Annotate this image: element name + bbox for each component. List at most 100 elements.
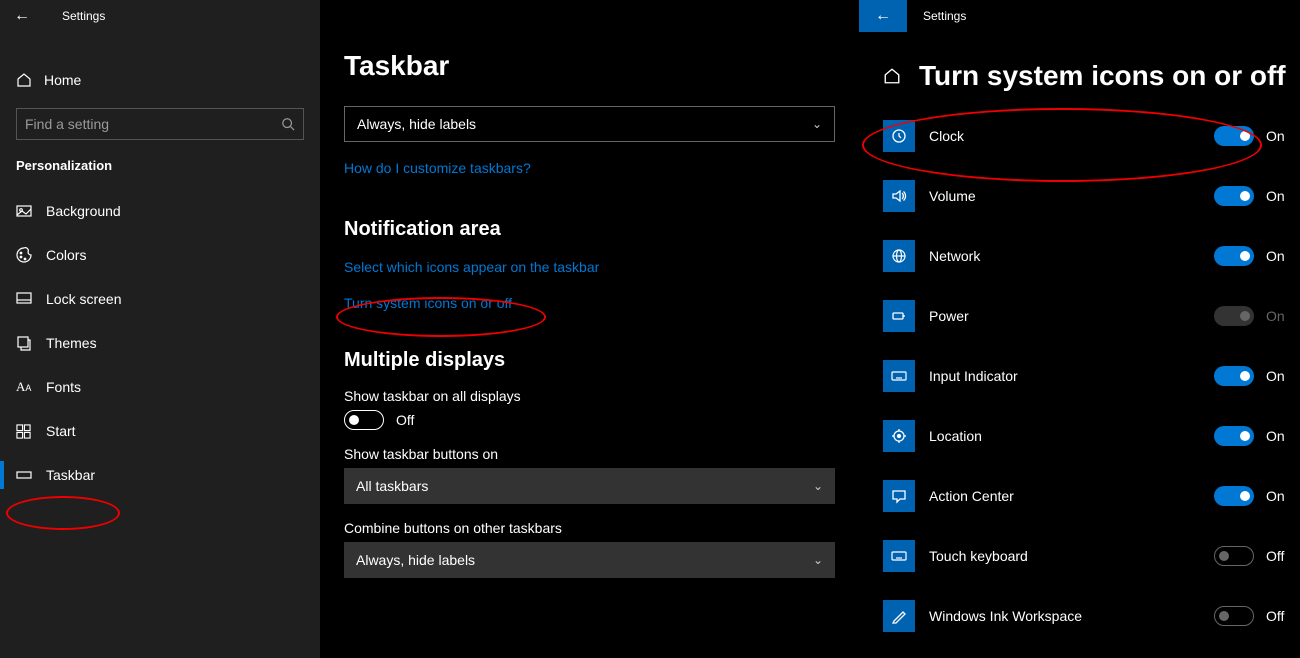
system-icon-row: Touch keyboard Off	[859, 526, 1300, 586]
titlebar-right: ← Settings	[859, 0, 1300, 32]
system-icon-label: Input Indicator	[929, 368, 1214, 384]
toggle-switch[interactable]	[1214, 126, 1254, 146]
sidebar-item-label: Fonts	[46, 379, 81, 395]
image-icon	[16, 203, 46, 219]
toggle-state: Off	[396, 412, 414, 428]
toggle-state: Off	[1266, 608, 1300, 624]
system-icon	[883, 600, 915, 632]
system-icon	[883, 420, 915, 452]
system-icon	[883, 300, 915, 332]
sidebar-item-background[interactable]: Background	[0, 189, 320, 233]
page-title: Taskbar	[320, 0, 859, 100]
chevron-down-icon: ⌄	[813, 553, 823, 567]
lock-screen-icon	[16, 291, 46, 307]
system-icon-row: Power On	[859, 286, 1300, 346]
search-icon	[281, 117, 295, 131]
search-placeholder: Find a setting	[25, 116, 109, 132]
toggle-state: On	[1266, 248, 1300, 264]
nav-home-label: Home	[44, 72, 81, 88]
sidebar-item-label: Colors	[46, 247, 86, 263]
toggle-switch[interactable]	[1214, 546, 1254, 566]
sidebar-item-taskbar[interactable]: Taskbar	[0, 453, 320, 497]
system-icon-row: Location On	[859, 406, 1300, 466]
dropdown-value: Always, hide labels	[357, 116, 476, 132]
sidebar-item-lock-screen[interactable]: Lock screen	[0, 277, 320, 321]
toggle-state: On	[1266, 368, 1300, 384]
show-all-displays-toggle[interactable]: Off	[344, 410, 835, 430]
toggle-state: On	[1266, 428, 1300, 444]
settings-right-panel: ← Settings Turn system icons on or off C…	[859, 0, 1300, 658]
chevron-down-icon: ⌄	[812, 117, 822, 131]
system-icon-row: Input Indicator On	[859, 346, 1300, 406]
system-icon	[883, 120, 915, 152]
sidebar-item-themes[interactable]: Themes	[0, 321, 320, 365]
system-icon-label: Touch keyboard	[929, 548, 1214, 564]
toggle-state: On	[1266, 128, 1300, 144]
show-buttons-label: Show taskbar buttons on	[344, 446, 835, 462]
sidebar-item-label: Start	[46, 423, 76, 439]
sidebar-item-label: Background	[46, 203, 121, 219]
themes-icon	[16, 335, 46, 351]
taskbar-icon	[16, 467, 46, 483]
system-icon	[883, 180, 915, 212]
system-icon	[883, 360, 915, 392]
system-icon-row: Action Center On	[859, 466, 1300, 526]
notification-area-header: Notification area	[344, 218, 835, 241]
sidebar-item-colors[interactable]: Colors	[0, 233, 320, 277]
system-icon-row: Volume On	[859, 166, 1300, 226]
back-icon[interactable]: ←	[14, 7, 38, 25]
toggle-switch[interactable]	[1214, 486, 1254, 506]
titlebar-left: ← Settings	[0, 0, 320, 32]
toggle-state: On	[1266, 188, 1300, 204]
show-all-displays-label: Show taskbar on all displays	[344, 388, 835, 404]
search-input[interactable]: Find a setting	[16, 108, 304, 140]
toggle-switch[interactable]	[1214, 426, 1254, 446]
dropdown-value: Always, hide labels	[356, 552, 475, 568]
toggle-state: On	[1266, 308, 1300, 324]
system-icon-label: Power	[929, 308, 1214, 324]
toggle-state: On	[1266, 488, 1300, 504]
system-icon-label: Windows Ink Workspace	[929, 608, 1214, 624]
dropdown-value: All taskbars	[356, 478, 428, 494]
multiple-displays-header: Multiple displays	[344, 349, 835, 372]
combine-other-label: Combine buttons on other taskbars	[344, 520, 835, 536]
system-icons-link[interactable]: Turn system icons on or off	[344, 295, 512, 311]
toggle-switch[interactable]	[1214, 186, 1254, 206]
toggle-switch[interactable]	[1214, 366, 1254, 386]
system-icon-label: Location	[929, 428, 1214, 444]
toggle-switch[interactable]	[1214, 606, 1254, 626]
system-icon-row: Windows Ink Workspace Off	[859, 586, 1300, 646]
sidebar-item-label: Taskbar	[46, 467, 95, 483]
sidebar-item-fonts[interactable]: AA Fonts	[0, 365, 320, 409]
system-icons-header: Turn system icons on or off	[859, 32, 1300, 106]
toggle-switch[interactable]	[1214, 306, 1254, 326]
start-icon	[16, 424, 46, 439]
chevron-down-icon: ⌄	[813, 479, 823, 493]
system-icon	[883, 480, 915, 512]
home-icon[interactable]	[883, 67, 919, 85]
system-icon	[883, 240, 915, 272]
nav-home[interactable]: Home	[0, 60, 320, 100]
home-icon	[16, 72, 44, 88]
category-label: Personalization	[0, 140, 320, 179]
toggle-state: Off	[1266, 548, 1300, 564]
page-title: Turn system icons on or off	[919, 60, 1286, 92]
help-link[interactable]: How do I customize taskbars?	[344, 160, 531, 176]
system-icon-label: Volume	[929, 188, 1214, 204]
title-text: Settings	[62, 9, 105, 23]
sidebar-item-label: Lock screen	[46, 291, 121, 307]
toggle-switch[interactable]	[1214, 246, 1254, 266]
system-icon-label: Action Center	[929, 488, 1214, 504]
system-icon	[883, 540, 915, 572]
back-button[interactable]: ←	[859, 0, 907, 32]
select-icons-link[interactable]: Select which icons appear on the taskbar	[344, 259, 599, 275]
system-icon-label: Clock	[929, 128, 1214, 144]
show-buttons-dropdown[interactable]: All taskbars ⌄	[344, 468, 835, 504]
system-icon-label: Network	[929, 248, 1214, 264]
title-text: Settings	[923, 9, 966, 23]
combine-other-dropdown[interactable]: Always, hide labels ⌄	[344, 542, 835, 578]
combine-dropdown-top[interactable]: Always, hide labels ⌄	[344, 106, 835, 142]
sidebar-item-start[interactable]: Start	[0, 409, 320, 453]
settings-mid-panel: Taskbar Always, hide labels ⌄ How do I c…	[320, 0, 859, 658]
sidebar-item-label: Themes	[46, 335, 97, 351]
